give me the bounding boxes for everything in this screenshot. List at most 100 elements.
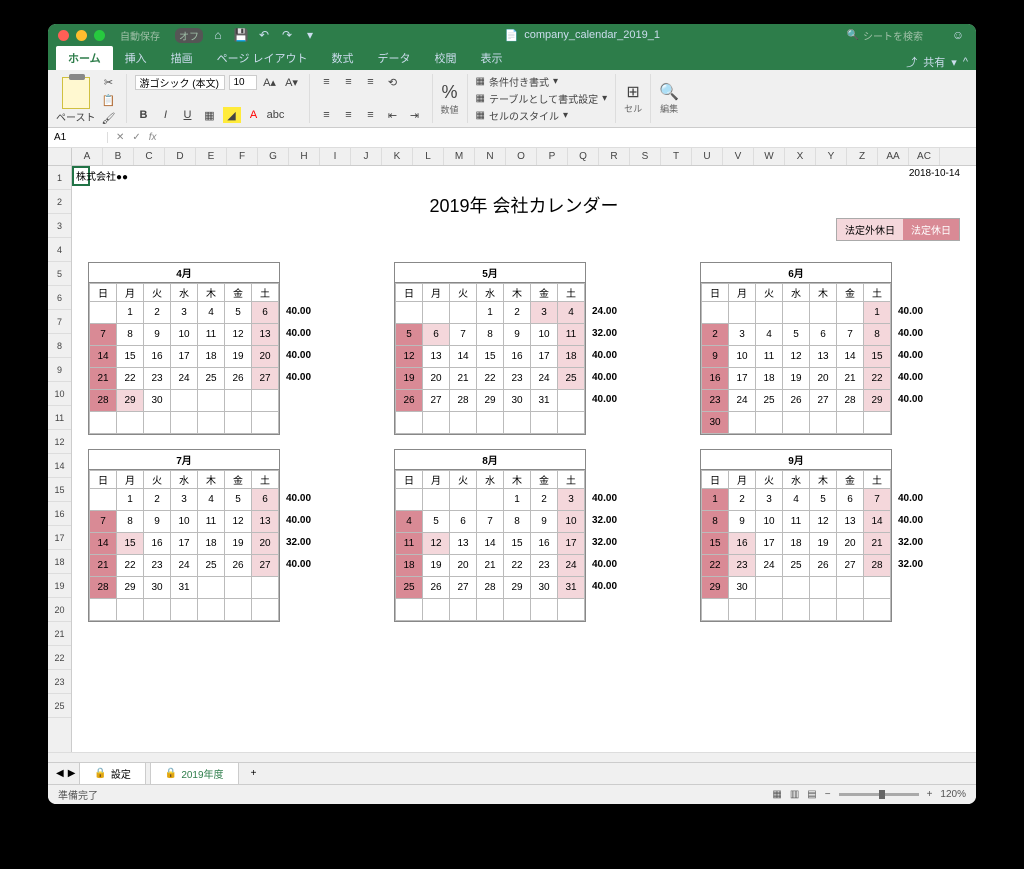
calendar-day[interactable]: 30 [144, 390, 171, 412]
calendar-day[interactable]: 22 [702, 555, 729, 577]
calendar-day[interactable] [225, 577, 252, 599]
indent-increase-icon[interactable]: ⇥ [406, 107, 424, 123]
calendar-day[interactable] [198, 577, 225, 599]
fill-color-icon[interactable]: ◢ [223, 107, 241, 123]
share-icon[interactable]: ⤴ [906, 54, 917, 70]
calendar-day[interactable]: 26 [225, 368, 252, 390]
row-header[interactable]: 11 [48, 406, 71, 430]
calendar-day[interactable]: 2 [729, 489, 756, 511]
calendar-day[interactable] [531, 599, 558, 621]
row-header[interactable]: 8 [48, 334, 71, 358]
row-header[interactable]: 10 [48, 382, 71, 406]
calendar-day[interactable]: 16 [729, 533, 756, 555]
calendar-day[interactable]: 10 [171, 511, 198, 533]
calendar-day[interactable]: 19 [423, 555, 450, 577]
col-header[interactable]: H [289, 148, 320, 165]
calendar-day[interactable]: 8 [702, 511, 729, 533]
col-header[interactable]: R [599, 148, 630, 165]
calendar-day[interactable]: 24 [171, 368, 198, 390]
calendar-day[interactable] [477, 489, 504, 511]
row-header[interactable]: 16 [48, 502, 71, 526]
col-header[interactable]: AC [909, 148, 940, 165]
calendar-day[interactable] [252, 390, 279, 412]
undo-icon[interactable]: ↶ [256, 27, 272, 43]
row-header[interactable]: 9 [48, 358, 71, 382]
calendar-day[interactable] [396, 302, 423, 324]
calendar-day[interactable] [396, 489, 423, 511]
calendar-day[interactable]: 4 [198, 489, 225, 511]
col-header[interactable]: W [754, 148, 785, 165]
calendar-day[interactable]: 30 [702, 412, 729, 434]
name-box[interactable]: A1 [48, 132, 108, 143]
calendar-day[interactable]: 14 [864, 511, 891, 533]
calendar-day[interactable]: 3 [756, 489, 783, 511]
calendar-day[interactable] [450, 412, 477, 434]
calendar-day[interactable]: 6 [837, 489, 864, 511]
calendar-day[interactable] [729, 599, 756, 621]
calendar-day[interactable]: 25 [396, 577, 423, 599]
calendar-day[interactable]: 25 [198, 368, 225, 390]
decrease-font-icon[interactable]: A▾ [283, 74, 301, 90]
calendar-day[interactable]: 12 [810, 511, 837, 533]
calendar-day[interactable]: 29 [117, 390, 144, 412]
calendar-day[interactable] [198, 412, 225, 434]
calendar-day[interactable]: 13 [252, 511, 279, 533]
table-format-icon[interactable]: ▦ [476, 93, 485, 104]
calendar-day[interactable] [252, 577, 279, 599]
tab-formulas[interactable]: 数式 [320, 46, 366, 70]
tab-view[interactable]: 表示 [469, 46, 515, 70]
calendar-day[interactable]: 11 [558, 324, 585, 346]
formula-input[interactable] [165, 130, 976, 145]
calendar-day[interactable]: 8 [117, 324, 144, 346]
calendar-day[interactable]: 3 [558, 489, 585, 511]
calendar-day[interactable]: 23 [144, 368, 171, 390]
calendar-day[interactable] [477, 599, 504, 621]
format-table-label[interactable]: テーブルとして書式設定 [489, 91, 598, 106]
calendar-day[interactable]: 30 [531, 577, 558, 599]
tab-pagelayout[interactable]: ページ レイアウト [205, 46, 320, 70]
calendar-day[interactable] [477, 412, 504, 434]
calendar-day[interactable] [171, 390, 198, 412]
calendar-day[interactable]: 31 [171, 577, 198, 599]
calendar-day[interactable]: 15 [477, 346, 504, 368]
calendar-day[interactable] [756, 599, 783, 621]
calendar-day[interactable] [783, 412, 810, 434]
calendar-day[interactable]: 27 [810, 390, 837, 412]
chevron-down-icon[interactable]: ▾ [602, 93, 607, 104]
calendar-day[interactable]: 6 [252, 302, 279, 324]
calendar-day[interactable]: 6 [423, 324, 450, 346]
row-header[interactable]: 20 [48, 598, 71, 622]
calendar-day[interactable]: 15 [117, 346, 144, 368]
user-icon[interactable]: ☺ [950, 27, 966, 43]
calendar-day[interactable]: 30 [729, 577, 756, 599]
calendar-day[interactable]: 11 [783, 511, 810, 533]
row-header[interactable]: 1 [48, 166, 71, 190]
calendar-day[interactable]: 8 [477, 324, 504, 346]
calendar-day[interactable]: 25 [756, 390, 783, 412]
calendar-day[interactable] [450, 302, 477, 324]
calendar-day[interactable]: 9 [144, 324, 171, 346]
col-header[interactable]: O [506, 148, 537, 165]
calendar-day[interactable] [864, 577, 891, 599]
calendar-day[interactable]: 22 [864, 368, 891, 390]
zoom-in-icon[interactable]: + [927, 789, 933, 800]
calendar-day[interactable]: 1 [117, 302, 144, 324]
calendar-day[interactable]: 28 [837, 390, 864, 412]
col-header[interactable]: K [382, 148, 413, 165]
underline-icon[interactable]: U [179, 107, 197, 123]
calendar-day[interactable]: 7 [477, 511, 504, 533]
calendar-day[interactable] [837, 599, 864, 621]
calendar-day[interactable]: 28 [864, 555, 891, 577]
calendar-day[interactable]: 1 [864, 302, 891, 324]
calendar-day[interactable]: 8 [504, 511, 531, 533]
calendar-day[interactable]: 19 [810, 533, 837, 555]
increase-font-icon[interactable]: A▴ [261, 74, 279, 90]
calendar-day[interactable]: 30 [144, 577, 171, 599]
calendar-day[interactable] [864, 599, 891, 621]
col-header[interactable]: X [785, 148, 816, 165]
col-header[interactable]: I [320, 148, 351, 165]
calendar-day[interactable]: 17 [171, 346, 198, 368]
calendar-day[interactable]: 29 [117, 577, 144, 599]
align-middle-icon[interactable]: ≡ [340, 74, 358, 90]
calendar-day[interactable]: 29 [477, 390, 504, 412]
